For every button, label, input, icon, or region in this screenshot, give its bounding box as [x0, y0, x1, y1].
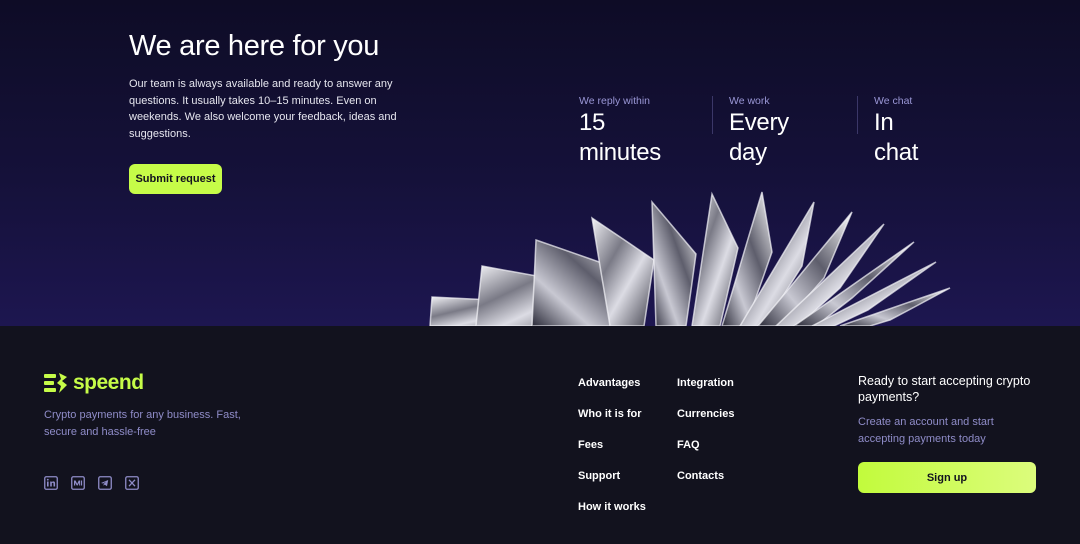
- stat-label: We chat: [874, 95, 913, 107]
- nav-fees[interactable]: Fees: [578, 438, 603, 452]
- sign-up-button[interactable]: Sign up: [858, 462, 1036, 493]
- stat-label: We reply within: [579, 95, 650, 107]
- glass-fan-blades: [429, 191, 951, 326]
- social-links: [44, 476, 152, 490]
- nav-faq[interactable]: FAQ: [677, 438, 700, 452]
- stat-divider: [712, 96, 713, 134]
- nav-advantages[interactable]: Advantages: [578, 376, 640, 390]
- submit-request-button[interactable]: Submit request: [129, 164, 222, 194]
- telegram-icon[interactable]: [98, 476, 112, 490]
- footer-tagline: Crypto payments for any business. Fast, …: [44, 409, 241, 438]
- site-footer: speend Crypto payments for any business.…: [0, 326, 1080, 544]
- speend-logo-icon: [44, 373, 67, 393]
- x-icon[interactable]: [125, 476, 139, 490]
- hero-description: Our team is always available and ready t…: [129, 78, 397, 140]
- stat-divider: [857, 96, 858, 134]
- cta-title: Ready to start accepting crypto payments…: [858, 374, 1031, 404]
- nav-currencies[interactable]: Currencies: [677, 407, 734, 421]
- cta-description: Create an account and start accepting pa…: [858, 416, 994, 445]
- glass-fan-illustration: [429, 191, 951, 326]
- logo-text: speend: [73, 371, 144, 394]
- stat-value: In chat: [874, 109, 919, 166]
- stat-value: 15 minutes: [579, 109, 661, 166]
- nav-how-it-works[interactable]: How it works: [578, 500, 646, 514]
- stat-reply-time: We reply within 15 minutes: [579, 94, 661, 166]
- nav-contacts[interactable]: Contacts: [677, 469, 724, 483]
- speend-logo[interactable]: speend: [44, 371, 144, 395]
- stat-value: Every day: [729, 109, 789, 166]
- support-hero: We are here for you Our team is always a…: [0, 0, 1080, 326]
- nav-support[interactable]: Support: [578, 469, 620, 483]
- stat-label: We work: [729, 95, 770, 107]
- medium-icon[interactable]: [71, 476, 85, 490]
- stat-chat: We chat In chat: [874, 94, 918, 166]
- hero-title: We are here for you: [129, 30, 380, 62]
- nav-integration[interactable]: Integration: [677, 376, 734, 390]
- stat-work-days: We work Every day: [729, 94, 789, 166]
- nav-who-it-is-for[interactable]: Who it is for: [578, 407, 642, 421]
- linkedin-icon[interactable]: [44, 476, 58, 490]
